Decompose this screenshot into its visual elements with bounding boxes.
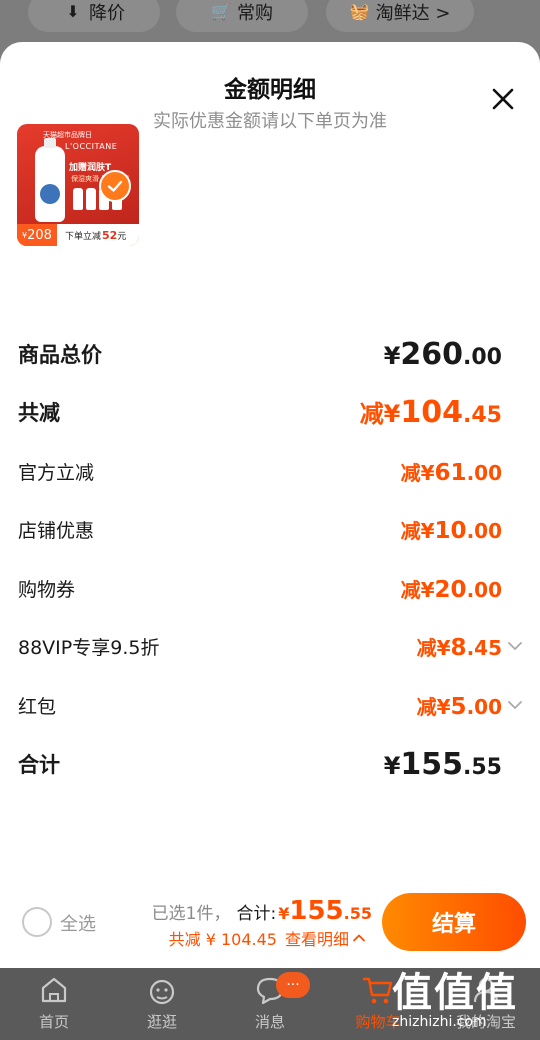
chip-taoxianda[interactable]: 🧺 淘鲜达 > bbox=[326, 0, 474, 32]
chip-label: 淘鲜达 > bbox=[375, 3, 451, 24]
chip-frequent[interactable]: 🛒 常购 bbox=[176, 0, 308, 32]
select-all-radio[interactable] bbox=[22, 907, 52, 937]
sheet-title: 金额明细 bbox=[224, 77, 316, 103]
chip-price-drop[interactable]: ⬇ 降价 bbox=[28, 0, 160, 32]
close-icon bbox=[492, 88, 514, 110]
checkout-button[interactable]: 结算 bbox=[382, 893, 526, 951]
watermark-logo: 值值值 bbox=[392, 970, 518, 1016]
row-goods-total: 商品总价 ¥260.00 bbox=[18, 334, 522, 374]
row-label: 官方立减 bbox=[18, 461, 95, 484]
check-icon bbox=[107, 180, 123, 192]
thumb-brand: L'OCCITANE bbox=[65, 142, 118, 151]
chip-label: 降价 bbox=[89, 3, 125, 24]
thumb-promo: 加赠润肤T bbox=[69, 163, 112, 173]
selected-check-badge[interactable] bbox=[99, 170, 131, 202]
view-detail-label: 查看明细 bbox=[284, 930, 349, 949]
row-label: 88VIP专享9.5折 bbox=[18, 636, 160, 659]
tab-home[interactable]: 首页 bbox=[0, 968, 108, 1040]
row-grand-total: 合计 ¥155.55 bbox=[18, 744, 522, 784]
row-amount: 减¥ 104.45 bbox=[359, 395, 502, 430]
row-label: 合计 bbox=[18, 753, 60, 777]
row-amount: 减¥ 5.00 bbox=[416, 693, 502, 720]
watermark-url: zhizhizhi.com bbox=[392, 1014, 487, 1030]
row-red-packet[interactable]: 红包 减¥ 5.00 bbox=[18, 685, 522, 725]
row-label: 共减 bbox=[18, 401, 60, 425]
row-label: 红包 bbox=[18, 695, 57, 718]
tab-browse[interactable]: 逛逛 bbox=[108, 968, 216, 1040]
close-button[interactable] bbox=[488, 84, 518, 114]
thumb-price-tag: ¥208 bbox=[17, 224, 57, 246]
tab-label: 逛逛 bbox=[146, 1013, 177, 1031]
chevron-down-icon[interactable] bbox=[506, 637, 524, 655]
thumb-discount: 下单立减 52 元 bbox=[57, 224, 139, 246]
browse-icon bbox=[149, 979, 175, 1005]
row-label: 店铺优惠 bbox=[18, 519, 95, 542]
down-arrow-icon: ⬇ bbox=[66, 2, 80, 21]
row-store-discount: 店铺优惠 减¥ 10.00 bbox=[18, 509, 522, 549]
row-amount: 减¥ 10.00 bbox=[400, 517, 502, 544]
chevron-down-icon[interactable] bbox=[506, 696, 524, 714]
tab-label: 消息 bbox=[254, 1013, 285, 1031]
row-amount: 减¥ 61.00 bbox=[400, 459, 502, 486]
row-shopping-coupon: 购物券 减¥ 20.00 bbox=[18, 568, 522, 608]
home-icon bbox=[41, 977, 67, 1003]
product-bottle-image bbox=[35, 138, 65, 222]
checkout-bar: 全选 已选1件， 合计: ¥155.55 共减 ¥ 104.45 查看明细 结算 bbox=[0, 880, 540, 968]
saved-amount: 共减 ¥ 104.45 bbox=[168, 930, 277, 949]
view-detail-toggle[interactable]: 共减 ¥ 104.45 查看明细 bbox=[169, 926, 366, 950]
selection-summary: 已选1件， 合计: ¥155.55 bbox=[151, 896, 372, 926]
cart-icon: 🛒 bbox=[211, 2, 231, 21]
row-label: 购物券 bbox=[18, 578, 76, 601]
row-official-discount: 官方立减 减¥ 61.00 bbox=[18, 451, 522, 491]
cart-icon bbox=[362, 977, 393, 1004]
tab-label: 首页 bbox=[38, 1013, 69, 1031]
chevron-up-icon bbox=[353, 934, 365, 942]
row-88vip-discount[interactable]: 88VIP专享9.5折 减¥ 8.45 bbox=[18, 626, 522, 666]
basket-icon: 🧺 bbox=[349, 2, 370, 21]
message-badge: ··· bbox=[276, 972, 310, 998]
row-label: 商品总价 bbox=[18, 343, 102, 367]
select-all-label[interactable]: 全选 bbox=[60, 910, 96, 936]
row-amount: ¥155.55 bbox=[383, 746, 502, 782]
row-amount: ¥260.00 bbox=[383, 336, 502, 372]
row-amount: 减¥ 20.00 bbox=[400, 576, 502, 603]
chip-label: 常购 bbox=[237, 3, 273, 24]
row-total-discount: 共减 减¥ 104.45 bbox=[18, 392, 522, 432]
site-watermark: 值值值 zhizhizhi.com bbox=[392, 970, 540, 1040]
row-amount: 减¥ 8.45 bbox=[416, 634, 502, 661]
